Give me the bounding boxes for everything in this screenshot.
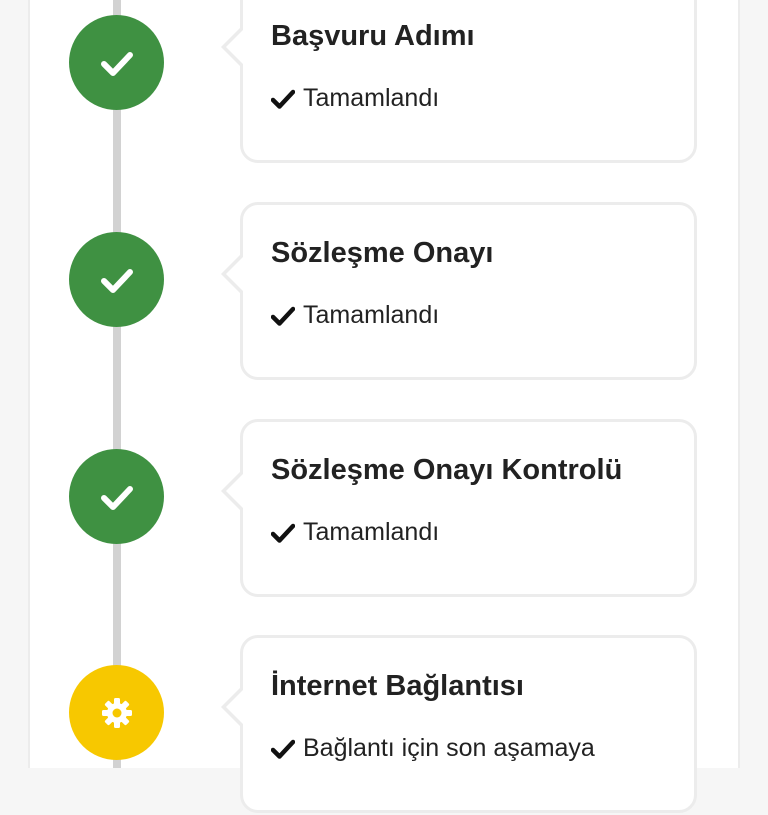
step-card[interactable]: Sözleşme Onayı Kontrolü Tamamlandı <box>221 419 697 597</box>
check-icon <box>100 485 133 510</box>
check-icon <box>271 89 295 109</box>
step-status-text: Tamamlandı <box>303 518 440 546</box>
timeline-step: Başvuru Adımı Tamamlandı <box>0 0 768 163</box>
step-status-text: Tamamlandı <box>303 84 440 112</box>
step-card[interactable]: Başvuru Adımı Tamamlandı <box>221 0 697 163</box>
step-status: Tamamlandı <box>271 518 439 547</box>
step-title: Başvuru Adımı <box>271 20 475 52</box>
step-status-text: Tamamlandı <box>303 301 440 329</box>
step-status: Tamamlandı <box>271 301 439 330</box>
timeline-step: İnternet Bağlantısı Bağlantı için son aş… <box>0 635 768 815</box>
gear-icon <box>101 697 132 728</box>
step-title: Sözleşme Onayı Kontrolü <box>271 454 623 486</box>
step-status-completed <box>69 232 164 327</box>
check-icon <box>100 268 133 293</box>
step-title: İnternet Bağlantısı <box>271 670 524 702</box>
step-status: Bağlantı için son aşamaya <box>271 734 595 763</box>
step-status-text: Bağlantı için son aşamaya <box>303 734 595 762</box>
timeline-step: Sözleşme Onayı Kontrolü Tamamlandı <box>0 419 768 599</box>
step-status-completed <box>69 449 164 544</box>
check-icon <box>271 306 295 326</box>
check-icon <box>100 51 133 76</box>
step-card[interactable]: İnternet Bağlantısı Bağlantı için son aş… <box>221 635 697 813</box>
step-status: Tamamlandı <box>271 84 439 113</box>
step-status-in-progress <box>69 665 164 760</box>
timeline-step: Sözleşme Onayı Tamamlandı <box>0 202 768 382</box>
step-status-completed <box>69 15 164 110</box>
step-card[interactable]: Sözleşme Onayı Tamamlandı <box>221 202 697 380</box>
step-title: Sözleşme Onayı <box>271 237 494 269</box>
check-icon <box>271 523 295 543</box>
check-icon <box>271 739 295 759</box>
